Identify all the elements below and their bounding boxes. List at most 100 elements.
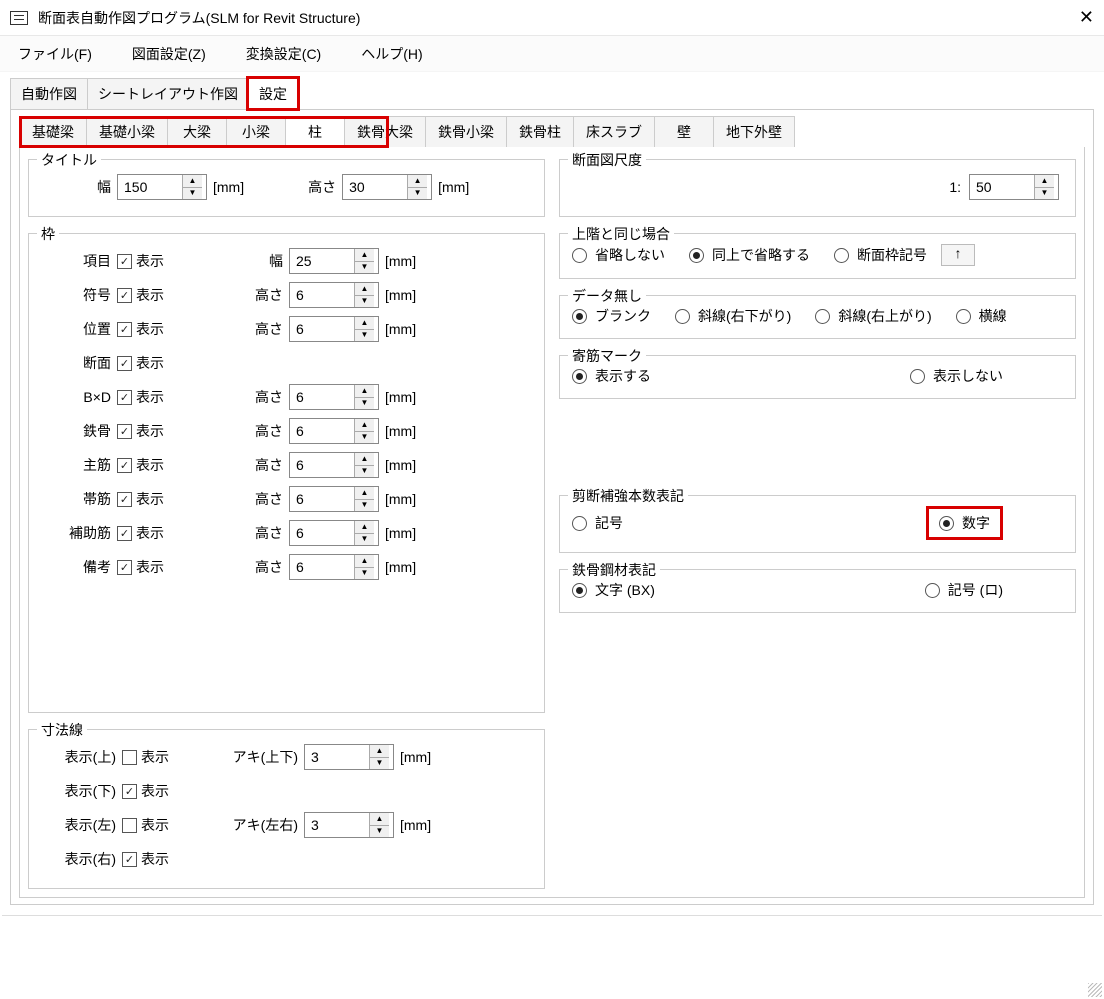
radio-steel-text[interactable] — [572, 583, 587, 598]
spin-down-icon[interactable]: ▼ — [408, 188, 427, 200]
spin-up-icon[interactable]: ▲ — [355, 555, 374, 568]
radio-slash-up[interactable] — [815, 309, 830, 324]
subtab-5[interactable]: 鉄骨大梁 — [344, 116, 426, 147]
aki-spin[interactable]: ▲▼ — [304, 812, 394, 838]
spin-up-icon[interactable]: ▲ — [355, 419, 374, 432]
subtab-4[interactable]: 柱 — [285, 116, 345, 147]
radio-steel-symbol[interactable] — [925, 583, 940, 598]
frame-show-checkbox[interactable]: ✓ — [117, 322, 132, 337]
frame-dim-spin[interactable]: ▲▼ — [289, 452, 379, 478]
title-width-input[interactable] — [118, 175, 182, 199]
subtab-2[interactable]: 大梁 — [167, 116, 227, 147]
spin-down-icon[interactable]: ▼ — [355, 500, 374, 512]
radio-shear-number[interactable] — [939, 516, 954, 531]
frame-dim-spin[interactable]: ▲▼ — [289, 520, 379, 546]
frame-show-checkbox[interactable]: ✓ — [117, 526, 132, 541]
frame-show-checkbox[interactable]: ✓ — [117, 288, 132, 303]
title-height-spin[interactable]: ▲▼ — [342, 174, 432, 200]
spin-down-icon[interactable]: ▼ — [370, 758, 389, 770]
spin-up-icon[interactable]: ▲ — [183, 175, 202, 188]
frame-dim-spin[interactable]: ▲▼ — [289, 486, 379, 512]
frame-dim-spin[interactable]: ▲▼ — [289, 384, 379, 410]
frame-show-checkbox[interactable]: ✓ — [117, 424, 132, 439]
frame-show-checkbox[interactable]: ✓ — [117, 390, 132, 405]
frame-show-checkbox[interactable]: ✓ — [117, 254, 132, 269]
close-icon[interactable]: ✕ — [1054, 7, 1094, 28]
frame-dim-input[interactable] — [290, 453, 354, 477]
frame-dim-input[interactable] — [290, 521, 354, 545]
frame-dim-spin[interactable]: ▲▼ — [289, 418, 379, 444]
spin-up-icon[interactable]: ▲ — [355, 317, 374, 330]
frame-dim-input[interactable] — [290, 249, 354, 273]
spin-up-icon[interactable]: ▲ — [355, 283, 374, 296]
frame-dim-input[interactable] — [290, 419, 354, 443]
subtab-9[interactable]: 壁 — [654, 116, 714, 147]
spin-up-icon[interactable]: ▲ — [355, 487, 374, 500]
subtab-10[interactable]: 地下外壁 — [713, 116, 795, 147]
radio-hline[interactable] — [956, 309, 971, 324]
dimline-checkbox[interactable] — [122, 750, 137, 765]
spin-up-icon[interactable]: ▲ — [408, 175, 427, 188]
title-width-spin[interactable]: ▲▼ — [117, 174, 207, 200]
frame-dim-spin[interactable]: ▲▼ — [289, 282, 379, 308]
spin-down-icon[interactable]: ▼ — [355, 262, 374, 274]
radio-yose-hide[interactable] — [910, 369, 925, 384]
subtab-8[interactable]: 床スラブ — [573, 116, 655, 147]
spin-down-icon[interactable]: ▼ — [355, 534, 374, 546]
dimline-checkbox[interactable] — [122, 818, 137, 833]
menu-convert[interactable]: 変換設定(C) — [238, 40, 329, 68]
frame-show-checkbox[interactable]: ✓ — [117, 492, 132, 507]
spin-up-icon[interactable]: ▲ — [355, 249, 374, 262]
spin-down-icon[interactable]: ▼ — [1035, 188, 1054, 200]
spin-down-icon[interactable]: ▼ — [355, 466, 374, 478]
radio-slash-down[interactable] — [675, 309, 690, 324]
title-height-input[interactable] — [343, 175, 407, 199]
frame-show-checkbox[interactable]: ✓ — [117, 560, 132, 575]
aki-spin[interactable]: ▲▼ — [304, 744, 394, 770]
spin-down-icon[interactable]: ▼ — [355, 568, 374, 580]
frame-dim-spin[interactable]: ▲▼ — [289, 248, 379, 274]
tab-auto[interactable]: 自動作図 — [10, 78, 88, 109]
subtab-7[interactable]: 鉄骨柱 — [506, 116, 574, 147]
subtab-3[interactable]: 小梁 — [226, 116, 286, 147]
spin-up-icon[interactable]: ▲ — [355, 453, 374, 466]
arrow-box[interactable]: ↑ — [941, 244, 975, 266]
subtab-6[interactable]: 鉄骨小梁 — [425, 116, 507, 147]
frame-dim-input[interactable] — [290, 385, 354, 409]
spin-down-icon[interactable]: ▼ — [355, 398, 374, 410]
spin-down-icon[interactable]: ▼ — [183, 188, 202, 200]
spin-up-icon[interactable]: ▲ — [355, 521, 374, 534]
aki-input[interactable] — [305, 745, 369, 769]
aki-input[interactable] — [305, 813, 369, 837]
dimline-checkbox[interactable]: ✓ — [122, 852, 137, 867]
frame-show-checkbox[interactable]: ✓ — [117, 356, 132, 371]
radio-omit-none[interactable] — [572, 248, 587, 263]
radio-blank[interactable] — [572, 309, 587, 324]
menu-drawing[interactable]: 図面設定(Z) — [124, 40, 214, 68]
spin-up-icon[interactable]: ▲ — [370, 745, 389, 758]
frame-dim-spin[interactable]: ▲▼ — [289, 554, 379, 580]
spin-up-icon[interactable]: ▲ — [355, 385, 374, 398]
dimline-checkbox[interactable]: ✓ — [122, 784, 137, 799]
spin-up-icon[interactable]: ▲ — [1035, 175, 1054, 188]
radio-yose-show[interactable] — [572, 369, 587, 384]
resize-grip-icon[interactable] — [1088, 983, 1102, 997]
spin-up-icon[interactable]: ▲ — [370, 813, 389, 826]
frame-show-checkbox[interactable]: ✓ — [117, 458, 132, 473]
radio-frame-mark[interactable] — [834, 248, 849, 263]
spin-down-icon[interactable]: ▼ — [355, 296, 374, 308]
spin-down-icon[interactable]: ▼ — [355, 432, 374, 444]
frame-dim-input[interactable] — [290, 283, 354, 307]
spin-down-icon[interactable]: ▼ — [370, 826, 389, 838]
menu-help[interactable]: ヘルプ(H) — [353, 40, 430, 68]
subtab-1[interactable]: 基礎小梁 — [86, 116, 168, 147]
frame-dim-input[interactable] — [290, 487, 354, 511]
frame-dim-input[interactable] — [290, 317, 354, 341]
frame-dim-spin[interactable]: ▲▼ — [289, 316, 379, 342]
tab-settings[interactable]: 設定 — [248, 78, 298, 109]
radio-omit-same[interactable] — [689, 248, 704, 263]
tab-sheet[interactable]: シートレイアウト作図 — [87, 78, 249, 109]
frame-dim-input[interactable] — [290, 555, 354, 579]
scale-spin[interactable]: ▲▼ — [969, 174, 1059, 200]
scale-input[interactable] — [970, 175, 1034, 199]
